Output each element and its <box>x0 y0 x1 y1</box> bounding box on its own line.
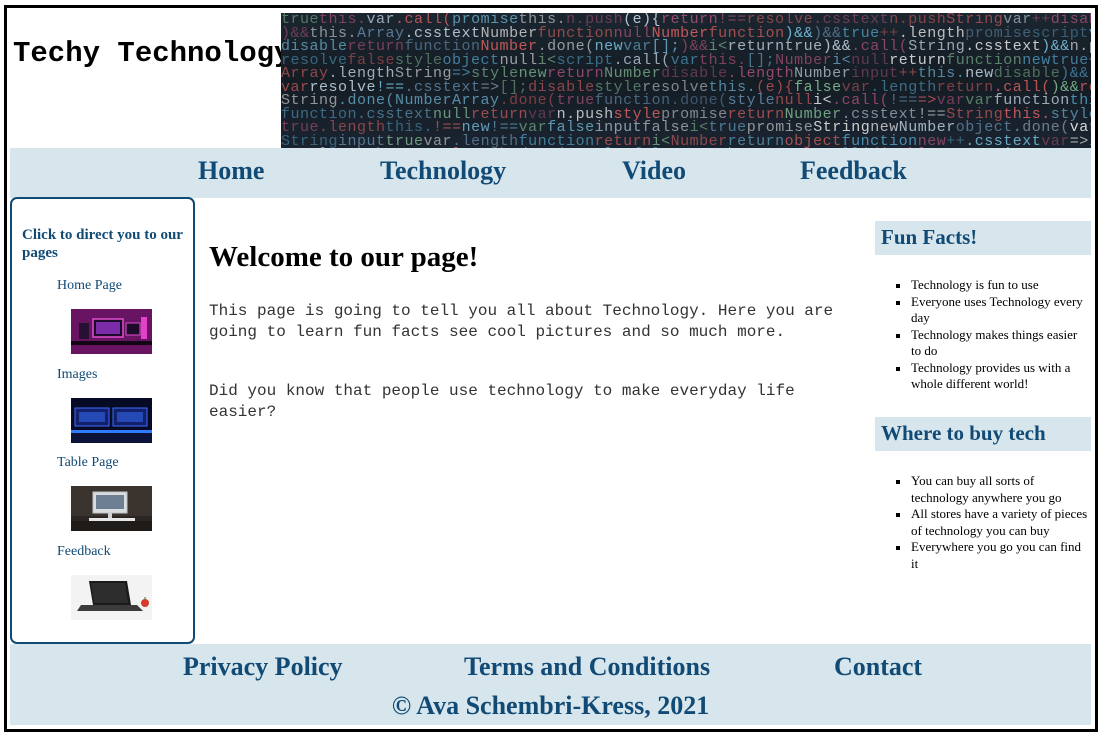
page-heading: Welcome to our page! <box>209 241 479 273</box>
sidebar-link-images[interactable]: Images <box>57 367 97 383</box>
nav-video[interactable]: Video <box>622 156 686 186</box>
list-item: All stores have a variety of pieces of t… <box>893 506 1088 539</box>
nav-feedback[interactable]: Feedback <box>800 156 907 186</box>
fun-facts-heading: Fun Facts! <box>875 221 1091 255</box>
page-frame: Techy Technology truethis.var.call(promi… <box>4 5 1098 732</box>
nav-technology[interactable]: Technology <box>380 156 506 186</box>
header-banner-code-image: truethis.var.call(promisethis.n.push(e){… <box>281 13 1091 148</box>
site-title: Techy Technology <box>13 37 292 70</box>
laptop-thumbnail[interactable] <box>71 575 152 620</box>
fun-facts-list: Technology is fun to use Everyone uses T… <box>893 277 1088 393</box>
footer-link-contact[interactable]: Contact <box>834 652 922 682</box>
question-paragraph: Did you know that people use technology … <box>209 382 795 421</box>
footer-link-terms-and-conditions[interactable]: Terms and Conditions <box>464 652 710 682</box>
sidebar-link-home-page[interactable]: Home Page <box>57 278 122 294</box>
sidebar-heading: Click to direct you to our pages <box>22 227 183 261</box>
sidebar-link-table-page[interactable]: Table Page <box>57 455 119 471</box>
list-item: Everywhere you go you can find it <box>893 539 1088 572</box>
list-item: Technology provides us with a whole diff… <box>893 360 1088 393</box>
where-to-buy-heading: Where to buy tech <box>875 417 1091 451</box>
sidebar-link-feedback[interactable]: Feedback <box>57 544 111 560</box>
footer: Privacy Policy Terms and Conditions Cont… <box>10 644 1091 725</box>
nav-home[interactable]: Home <box>198 156 264 186</box>
footer-link-privacy-policy[interactable]: Privacy Policy <box>183 652 343 682</box>
fun-facts-heading-text: Fun Facts! <box>881 225 978 249</box>
intro-paragraph: This page is going to tell you all about… <box>209 302 834 341</box>
sidebar: Click to direct you to our pages Home Pa… <box>10 197 195 644</box>
desk-computer-thumbnail[interactable] <box>71 486 152 531</box>
list-item: Technology makes things easier to do <box>893 327 1088 360</box>
monitors-thumbnail[interactable] <box>71 398 152 443</box>
list-item: Technology is fun to use <box>893 277 1088 294</box>
where-to-buy-heading-text: Where to buy tech <box>881 421 1046 445</box>
list-item: You can buy all sorts of technology anyw… <box>893 473 1088 506</box>
list-item: Everyone uses Technology every day <box>893 294 1088 327</box>
gaming-setup-thumbnail[interactable] <box>71 309 152 354</box>
where-to-buy-list: You can buy all sorts of technology anyw… <box>893 473 1088 572</box>
copyright-text: © Ava Schembri-Kress, 2021 <box>391 691 710 720</box>
main-nav: Home Technology Video Feedback <box>10 148 1091 198</box>
